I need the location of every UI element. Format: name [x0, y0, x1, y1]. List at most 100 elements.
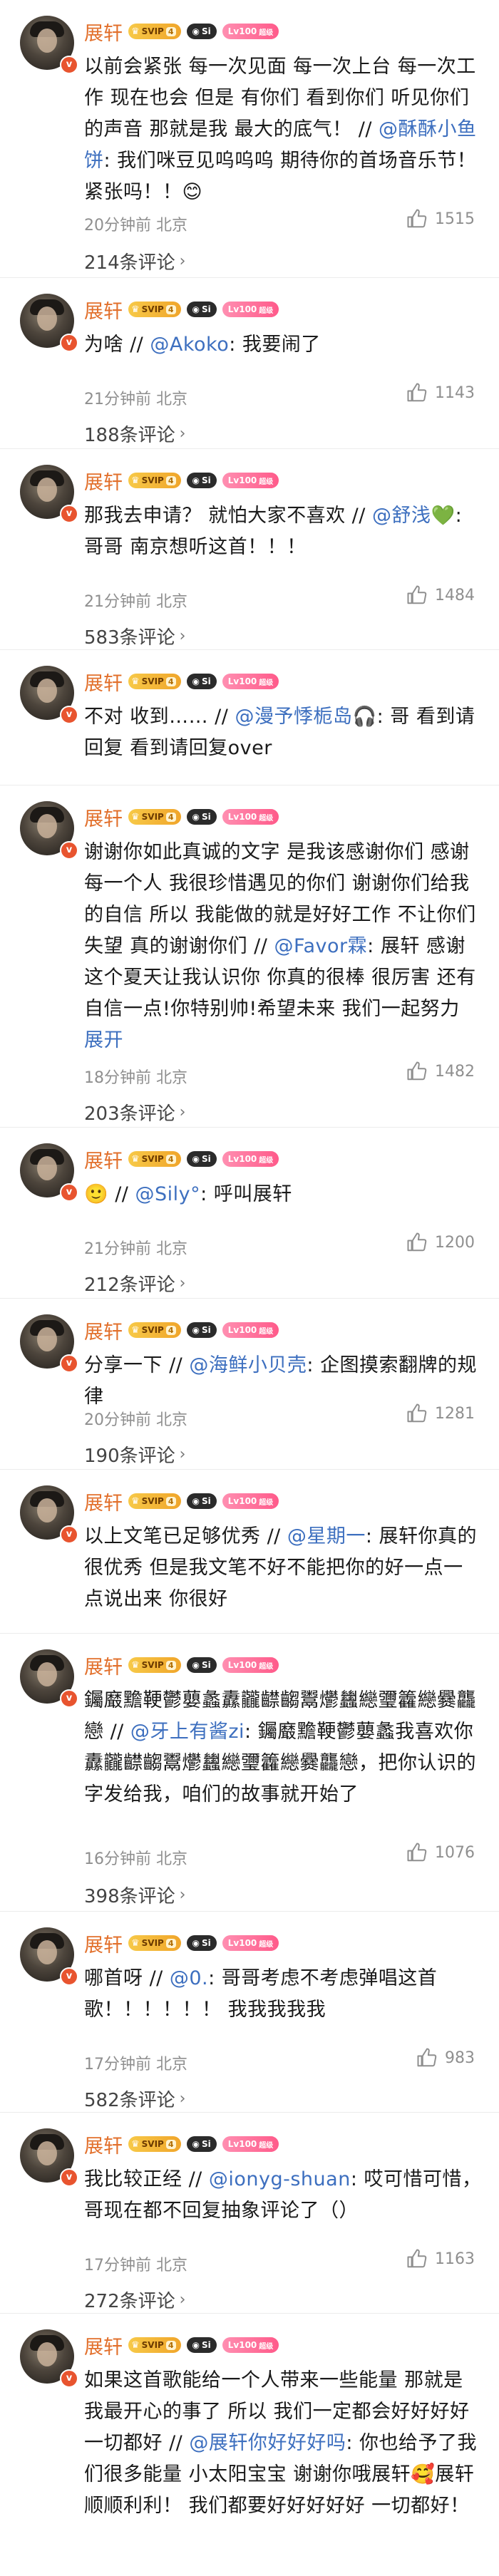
like-count: 1484	[435, 586, 475, 604]
like-button[interactable]: 1143	[406, 382, 475, 403]
like-button[interactable]: 1515	[406, 208, 475, 230]
thumbs-up-icon	[407, 1232, 427, 1252]
comment-item: v 展轩 ♛ SVIP 4 ◉ Si Lv100 超级 哪首呀 // @0.: 哥哥考虑…	[0, 1912, 499, 2113]
level-badge: Lv100 超级	[222, 2136, 279, 2152]
si-badge: ◉ Si	[186, 809, 217, 825]
si-badge: ◉ Si	[186, 1657, 217, 1673]
comment-time-location: 17分钟前 北京	[84, 2056, 187, 2073]
username[interactable]: 展轩	[84, 1930, 123, 1957]
crown-icon: ♛	[131, 2138, 140, 2150]
comment-item: v 展轩 ♛ SVIP 4 ◉ Si Lv100 超级 以上文笔已足够优秀 // @星期…	[0, 1470, 499, 1634]
svip-badge: ♛ SVIP 4	[128, 1935, 181, 1951]
si-badge: ◉ Si	[186, 473, 217, 488]
comment-text: 不对 收到…… // @漫予悸栀岛🎧: 哥 看到请回复 看到请回复over	[84, 701, 482, 764]
view-replies-link[interactable]: 188条评论 ›	[84, 421, 185, 447]
crown-icon: ♛	[131, 1937, 140, 1949]
view-replies-link[interactable]: 190条评论 ›	[84, 1441, 185, 1468]
comment-item: v 展轩 ♛ SVIP 4 ◉ Si Lv100 超级 那我去申请？ 就怕大家不喜欢 /…	[0, 449, 499, 650]
comment-item: v 展轩 ♛ SVIP 4 ◉ Si Lv100 超级 以前会紧张 每一次见面 每一次上…	[0, 0, 499, 278]
like-count: 1482	[435, 1062, 475, 1081]
view-replies-link[interactable]: 583条评论 ›	[84, 623, 185, 649]
eye-icon: ◉	[192, 2340, 200, 2350]
level-badge: Lv100 超级	[222, 1657, 279, 1673]
comment-text-segment: 不对 收到…… //	[84, 706, 235, 728]
user-mention-link[interactable]: @0.	[170, 1967, 208, 1989]
view-replies-link[interactable]: 582条评论 ›	[84, 2086, 185, 2112]
username[interactable]: 展轩	[84, 1488, 123, 1515]
user-mention-link[interactable]: @ionyg-shuan	[209, 2168, 351, 2190]
expand-link[interactable]: 展开	[84, 1025, 482, 1056]
like-button[interactable]: 1076	[406, 1842, 475, 1863]
view-replies-link[interactable]: 398条评论 ›	[84, 1882, 185, 1908]
username[interactable]: 展轩	[84, 2131, 123, 2158]
user-header: 展轩 ♛ SVIP 4 ◉ Si Lv100 超级	[84, 1488, 279, 1515]
si-badge: ◉ Si	[186, 1935, 217, 1951]
user-mention-link[interactable]: @Akoko	[150, 334, 229, 356]
comment-item: v 展轩 ♛ SVIP 4 ◉ Si Lv100 超级 为啥 // @Akoko: 我要…	[0, 278, 499, 449]
like-button[interactable]: 983	[416, 2047, 475, 2068]
svip-badge: ♛ SVIP 4	[128, 1493, 181, 1509]
comment-time-location: 20分钟前 北京	[84, 1411, 187, 1429]
chevron-right-icon: ›	[179, 2291, 186, 2309]
eye-icon: ◉	[192, 26, 200, 36]
comment-text: 钃黀黵鞕鬱蘡蠡纛龖齽齺鬻爩蠿纞瓕籱纞爨龘戀 // @牙上有酱zi: 钃黀黵鞕鬱蘡…	[84, 1685, 482, 1810]
thumbs-up-icon	[407, 209, 427, 228]
comment-item: v 展轩 ♛ SVIP 4 ◉ Si Lv100 超级 如果这首歌能给一个人带来一些能量…	[0, 2314, 499, 2517]
user-header: 展轩 ♛ SVIP 4 ◉ Si Lv100 超级	[84, 668, 279, 696]
like-button[interactable]: 1163	[406, 2248, 475, 2270]
si-badge: ◉ Si	[186, 2136, 217, 2152]
svip-badge: ♛ SVIP 4	[128, 1322, 181, 1338]
user-mention-link[interactable]: @展轩你好好好吗	[189, 2432, 346, 2454]
verified-badge-icon: v	[60, 56, 78, 74]
comment-item: v 展轩 ♛ SVIP 4 ◉ Si Lv100 超级 分享一下 // @海鲜小贝壳: …	[0, 1299, 499, 1470]
view-replies-link[interactable]: 214条评论 ›	[84, 248, 185, 274]
like-count: 1200	[435, 1233, 475, 1252]
view-replies-link[interactable]: 203条评论 ›	[84, 1099, 185, 1125]
thumbs-up-icon	[407, 1061, 427, 1081]
user-header: 展轩 ♛ SVIP 4 ◉ Si Lv100 超级	[84, 467, 279, 495]
verified-badge-icon: v	[60, 1689, 78, 1708]
svip-badge: ♛ SVIP 4	[128, 24, 181, 39]
username[interactable]: 展轩	[84, 1145, 123, 1173]
crown-icon: ♛	[131, 26, 140, 37]
username[interactable]: 展轩	[84, 296, 123, 324]
like-button[interactable]: 1200	[406, 1232, 475, 1253]
verified-badge-icon: v	[60, 841, 78, 860]
verified-badge-icon: v	[60, 1354, 78, 1373]
comment-text-segment: 我比较正经 //	[84, 2168, 209, 2190]
username[interactable]: 展轩	[84, 803, 123, 831]
like-button[interactable]: 1484	[406, 584, 475, 606]
verified-badge-icon: v	[60, 706, 78, 724]
like-count: 1163	[435, 2250, 475, 2268]
svip-badge: ♛ SVIP 4	[128, 473, 181, 488]
user-mention-link[interactable]: @舒浅💚	[372, 505, 456, 527]
user-mention-link[interactable]: @Sily°	[135, 1183, 200, 1205]
like-count: 1281	[435, 1404, 475, 1423]
svip-badge: ♛ SVIP 4	[128, 302, 181, 317]
thumbs-up-icon	[407, 1843, 427, 1862]
comment-feed: v 展轩 ♛ SVIP 4 ◉ Si Lv100 超级 以前会紧张 每一次见面 每一次上…	[0, 0, 499, 2517]
user-mention-link[interactable]: @漫予悸栀岛🎧	[235, 706, 376, 728]
username[interactable]: 展轩	[84, 467, 123, 495]
like-button[interactable]: 1281	[406, 1403, 475, 1424]
user-mention-link[interactable]: @星期一	[287, 1525, 366, 1547]
view-replies-link[interactable]: 272条评论 ›	[84, 2287, 185, 2313]
user-mention-link[interactable]: @海鲜小贝壳	[189, 1354, 307, 1376]
comment-text: 为啥 // @Akoko: 我要闹了	[84, 329, 482, 361]
user-header: 展轩 ♛ SVIP 4 ◉ Si Lv100 超级	[84, 18, 279, 46]
eye-icon: ◉	[192, 304, 200, 314]
user-mention-link[interactable]: @Favor霖	[274, 935, 367, 957]
chevron-right-icon: ›	[179, 1446, 186, 1463]
user-header: 展轩 ♛ SVIP 4 ◉ Si Lv100 超级	[84, 1145, 279, 1173]
username[interactable]: 展轩	[84, 1652, 123, 1679]
username[interactable]: 展轩	[84, 668, 123, 696]
like-button[interactable]: 1482	[406, 1061, 475, 1082]
user-mention-link[interactable]: @牙上有酱zi	[130, 1721, 245, 1743]
comment-text: 以前会紧张 每一次见面 每一次上台 每一次工作 现在也会 但是 有你们 看到你们…	[84, 51, 482, 208]
username[interactable]: 展轩	[84, 2332, 123, 2359]
username[interactable]: 展轩	[84, 18, 123, 46]
chevron-right-icon: ›	[179, 2090, 186, 2108]
username[interactable]: 展轩	[84, 1317, 123, 1344]
level-badge: Lv100 超级	[222, 1493, 279, 1509]
view-replies-link[interactable]: 212条评论 ›	[84, 1270, 185, 1297]
